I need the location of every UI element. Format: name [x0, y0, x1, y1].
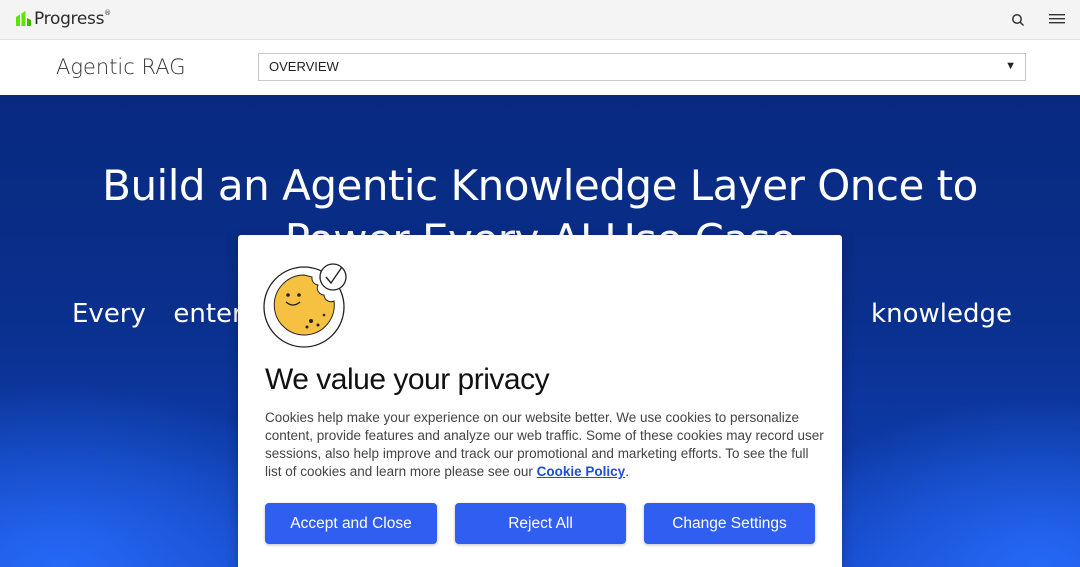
- hero-heading-line1: Build an Agentic Knowledge Layer Once to: [102, 161, 978, 210]
- section-select-dropdown[interactable]: OVERVIEW ▼: [258, 53, 1026, 81]
- hamburger-menu-icon[interactable]: [1049, 13, 1065, 27]
- change-settings-button[interactable]: Change Settings: [644, 503, 815, 544]
- logo-text: Progress®: [34, 9, 111, 29]
- reject-all-button[interactable]: Reject All: [455, 503, 626, 544]
- cookie-policy-link[interactable]: Cookie Policy: [537, 464, 626, 479]
- progress-logo-icon: [16, 11, 31, 26]
- cookie-consent-modal: We value your privacy Cookies help make …: [238, 235, 842, 567]
- accept-and-close-button[interactable]: Accept and Close: [265, 503, 437, 544]
- progress-logo[interactable]: Progress®: [14, 9, 111, 29]
- caret-down-icon: ▼: [1005, 60, 1016, 72]
- sub-navigation: Agentic RAG OVERVIEW ▼: [0, 41, 1080, 95]
- modal-body-text: Cookies help make your experience on our…: [265, 410, 824, 479]
- search-icon[interactable]: [1010, 12, 1026, 28]
- top-bar: Progress®: [0, 0, 1080, 40]
- cookie-icon: [263, 263, 347, 348]
- section-title: Agentic RAG: [56, 55, 186, 79]
- section-select-value: OVERVIEW: [269, 59, 339, 74]
- modal-title: We value your privacy: [265, 363, 550, 396]
